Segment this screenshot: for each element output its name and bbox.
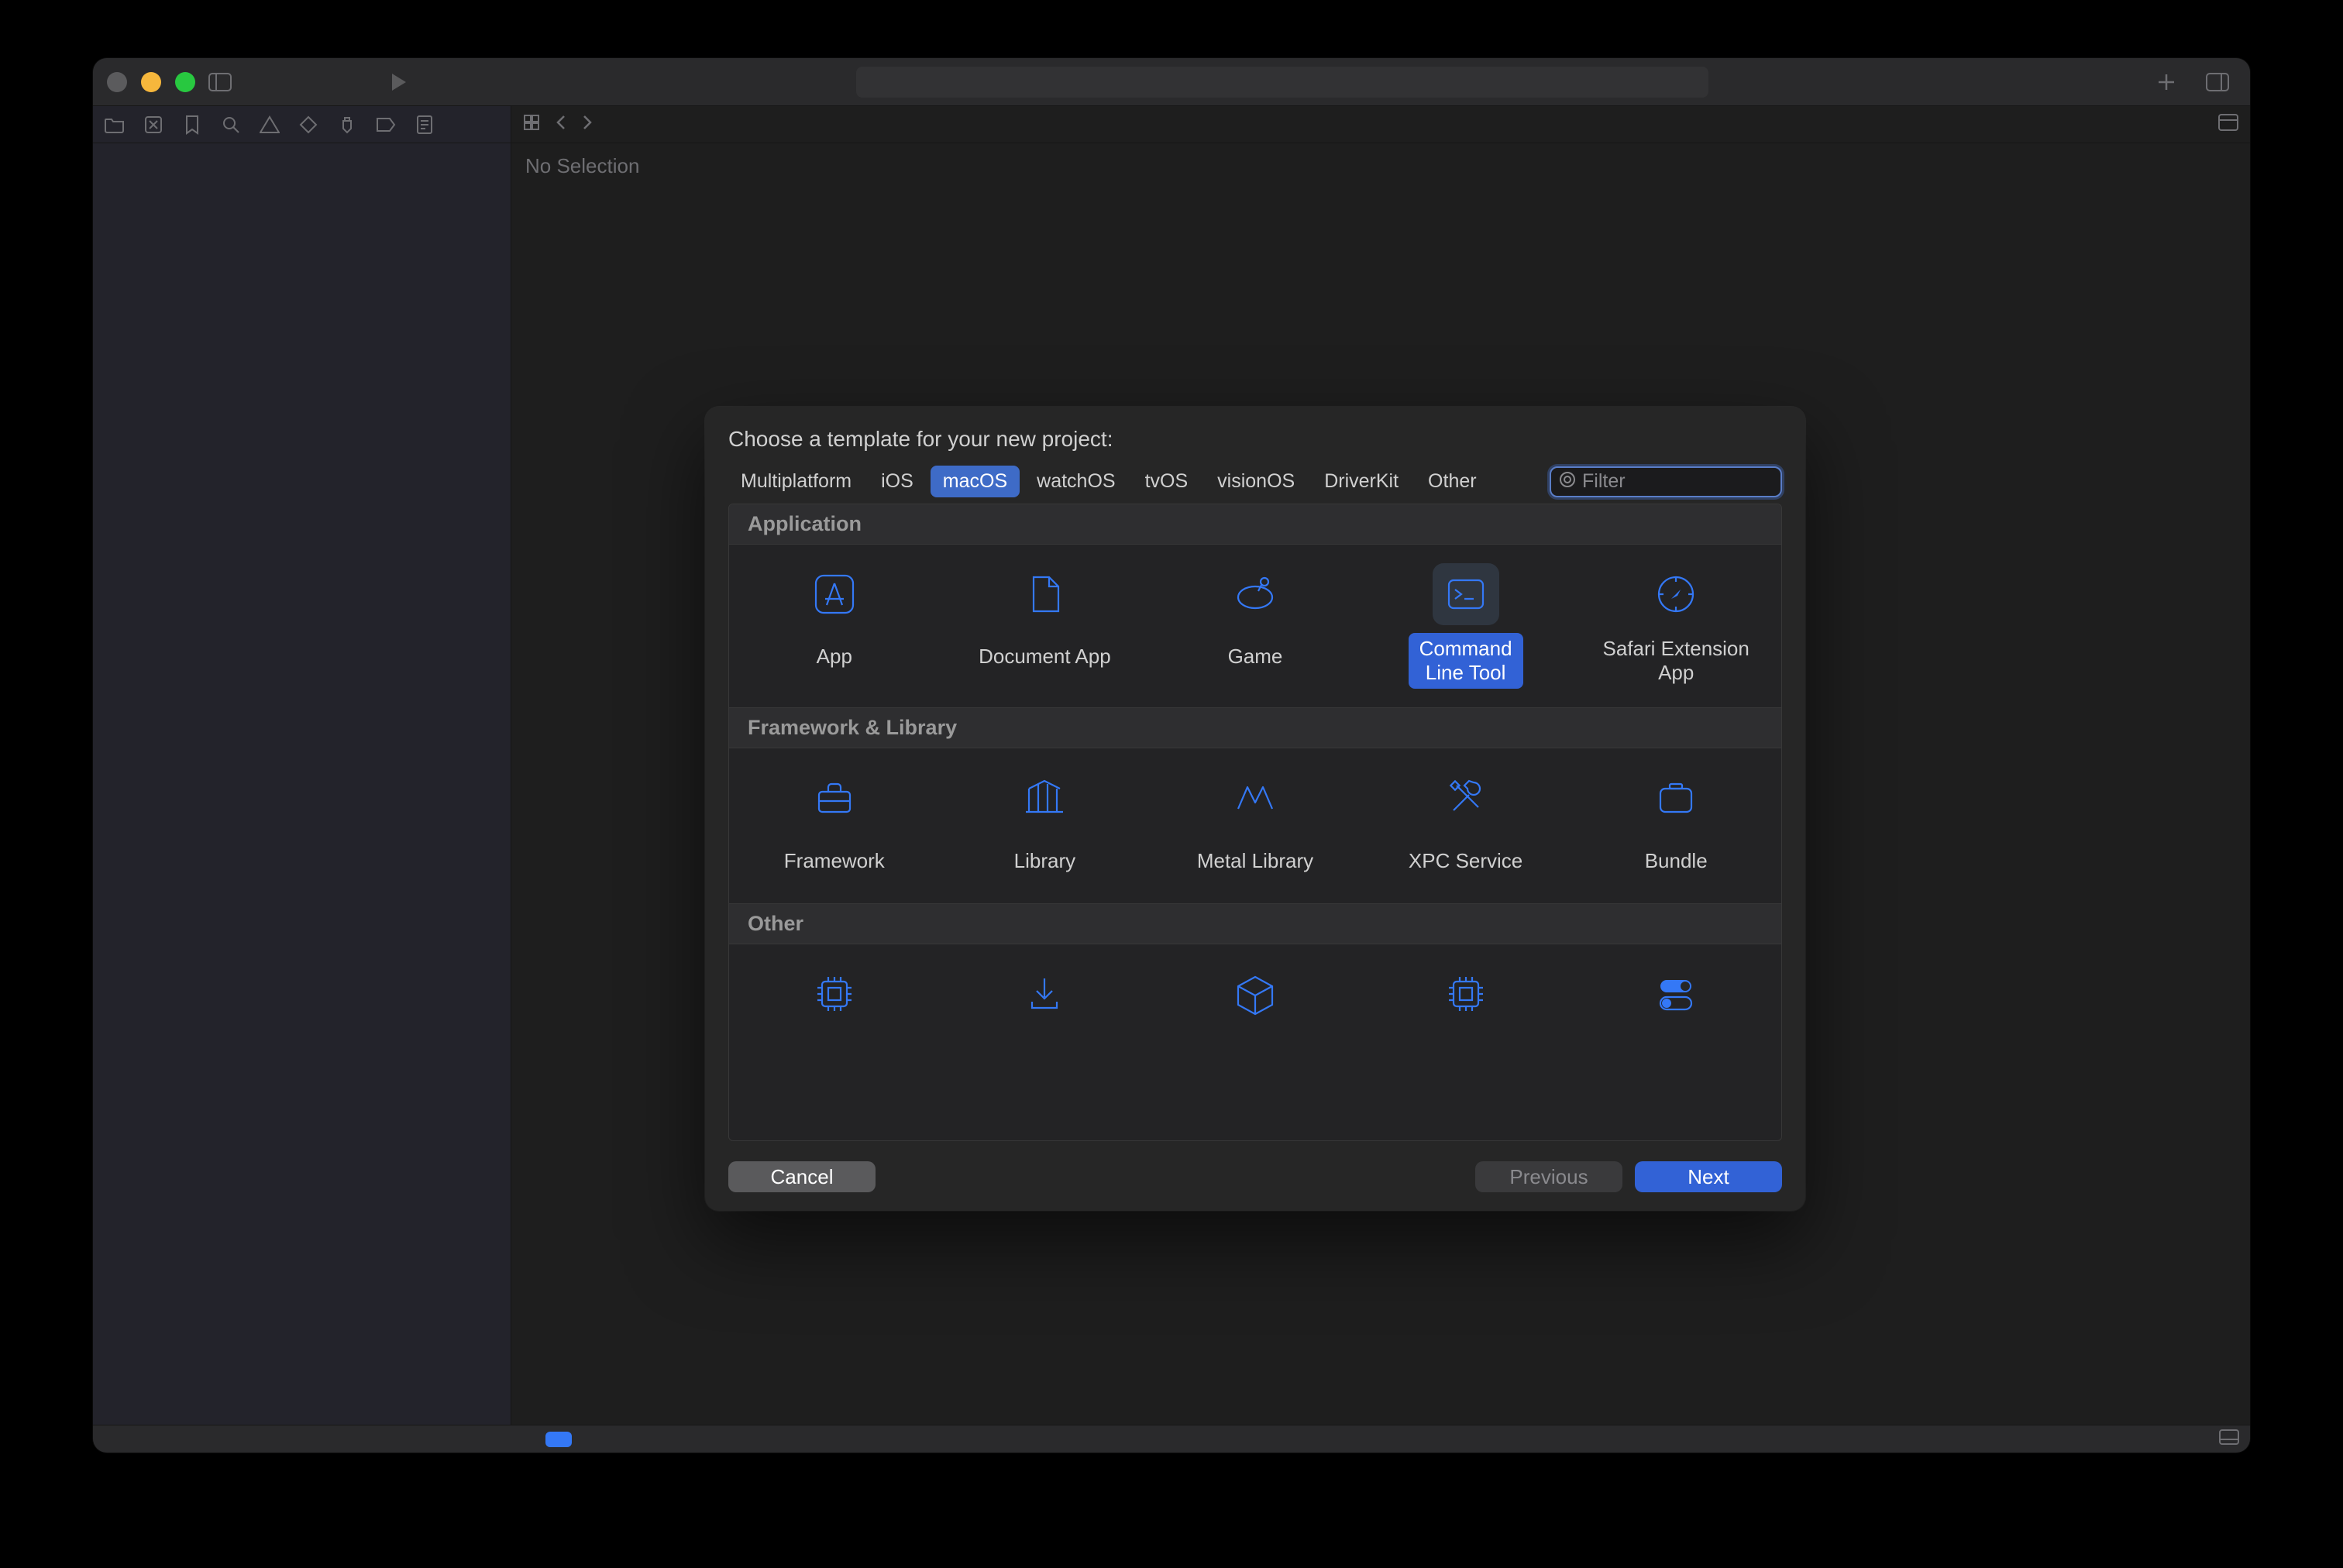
chip-icon: [1433, 963, 1499, 1025]
cancel-button[interactable]: Cancel: [728, 1161, 876, 1192]
next-button[interactable]: Next: [1635, 1161, 1782, 1192]
template-tile[interactable]: [729, 951, 940, 1088]
previous-button: Previous: [1475, 1161, 1622, 1192]
platform-tab-watchos[interactable]: watchOS: [1024, 466, 1127, 497]
platform-tabs: MultiplatformiOSmacOSwatchOStvOSvisionOS…: [728, 466, 1489, 497]
template-tile[interactable]: Bundle: [1571, 755, 1781, 892]
columns-icon: [1011, 767, 1078, 829]
template-tile[interactable]: Metal Library: [1150, 755, 1361, 892]
platform-tab-macos[interactable]: macOS: [931, 466, 1020, 497]
template-tile-label: Framework: [773, 837, 896, 885]
template-tile[interactable]: Command Line Tool: [1361, 551, 1571, 696]
template-tile-label: Command Line Tool: [1409, 633, 1523, 689]
template-tile[interactable]: [940, 951, 1151, 1088]
template-tile[interactable]: Safari Extension App: [1571, 551, 1781, 696]
download-icon: [1011, 963, 1078, 1025]
metal-icon: [1222, 767, 1288, 829]
template-tile[interactable]: XPC Service: [1361, 755, 1571, 892]
template-tile[interactable]: App: [729, 551, 940, 696]
dialog-footer: Cancel Previous Next: [728, 1161, 1782, 1192]
platform-tab-other[interactable]: Other: [1416, 466, 1489, 497]
template-tile-label: [1665, 1033, 1687, 1081]
section-framework-header: Framework & Library: [729, 707, 1781, 748]
template-tile-label: [1455, 1033, 1477, 1081]
xcode-window: No Selection Choose a template for your …: [93, 58, 2250, 1453]
template-tile[interactable]: [1150, 951, 1361, 1088]
template-tile-label: [1244, 1033, 1266, 1081]
battery-icon: [1643, 767, 1709, 829]
template-tile-label: Document App: [968, 633, 1122, 681]
chip-icon: [801, 963, 868, 1025]
template-tile[interactable]: Document App: [940, 551, 1151, 696]
platform-tab-multiplatform[interactable]: Multiplatform: [728, 466, 864, 497]
platform-tab-tvos[interactable]: tvOS: [1133, 466, 1201, 497]
template-tile-label: [824, 1033, 845, 1081]
template-tile-label: Library: [1003, 837, 1086, 885]
template-tile[interactable]: [1361, 951, 1571, 1088]
template-tile[interactable]: Game: [1150, 551, 1361, 696]
template-list: Application App Document App Game Command L…: [728, 504, 1782, 1141]
filter-icon: [1559, 471, 1576, 492]
toggles-icon: [1643, 963, 1709, 1025]
template-tile[interactable]: Library: [940, 755, 1151, 892]
platform-tab-ios[interactable]: iOS: [869, 466, 926, 497]
app-store-icon: [801, 563, 868, 625]
section-application-header: Application: [729, 504, 1781, 545]
platform-tab-driverkit[interactable]: DriverKit: [1312, 466, 1411, 497]
template-tile-label: App: [806, 633, 863, 681]
filter-input[interactable]: [1582, 470, 1832, 493]
terminal-icon: [1433, 563, 1499, 625]
template-tile-label: XPC Service: [1398, 837, 1533, 885]
template-tile-label: [1034, 1033, 1055, 1081]
game-icon: [1222, 563, 1288, 625]
toolbox-icon: [801, 767, 868, 829]
new-project-dialog: Choose a template for your new project: …: [705, 407, 1805, 1211]
template-tile-label: Metal Library: [1186, 837, 1324, 885]
template-tile-label: Bundle: [1634, 837, 1719, 885]
dialog-title: Choose a template for your new project:: [728, 427, 1782, 452]
document-icon: [1011, 563, 1078, 625]
template-tile[interactable]: [1571, 951, 1781, 1088]
section-other-header: Other: [729, 903, 1781, 944]
cube-icon: [1222, 963, 1288, 1025]
filter-field[interactable]: [1550, 466, 1782, 497]
template-tile[interactable]: Framework: [729, 755, 940, 892]
tools-icon: [1433, 767, 1499, 829]
dialog-backdrop: Choose a template for your new project: …: [93, 58, 2250, 1453]
template-tile-label: Game: [1217, 633, 1294, 681]
template-tile-label: Safari Extension App: [1592, 633, 1760, 689]
compass-icon: [1643, 563, 1709, 625]
platform-tab-visionos[interactable]: visionOS: [1205, 466, 1307, 497]
